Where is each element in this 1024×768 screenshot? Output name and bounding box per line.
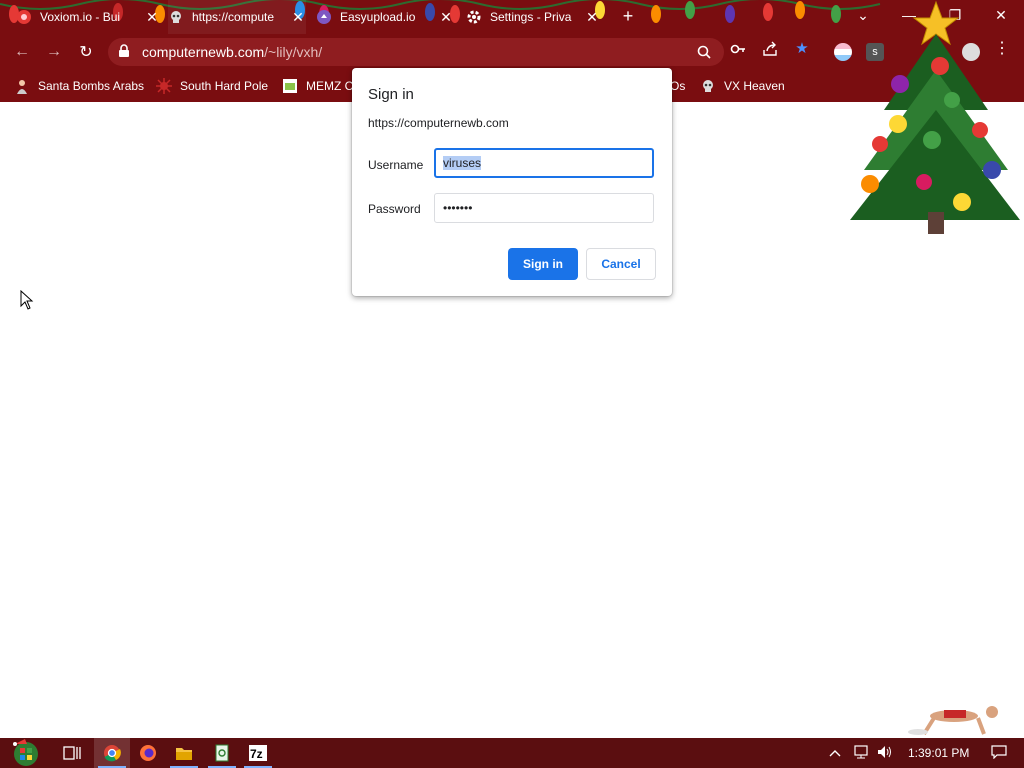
- password-label: Password: [368, 202, 421, 216]
- task-view-icon: [63, 746, 81, 760]
- bookmark-os-folder[interactable]: Os: [670, 70, 685, 102]
- tab-voxiom[interactable]: Voxiom.io - Bui ✕: [16, 0, 160, 34]
- tab-title: https://compute: [192, 10, 275, 24]
- sign-in-button[interactable]: Sign in: [508, 248, 578, 280]
- bookmark-label: MEMZ C: [306, 79, 354, 93]
- pirate-icon: [168, 9, 184, 25]
- chrome-icon: [104, 745, 121, 762]
- crawling-figure-decoration: [908, 706, 998, 736]
- username-label: Username: [368, 158, 424, 172]
- memz-icon: [282, 78, 298, 94]
- system-tray: 1:39:01 PM: [826, 738, 1007, 768]
- close-tab-icon[interactable]: ✕: [144, 9, 160, 26]
- pirate-icon: [700, 78, 716, 94]
- start-orb-icon: [13, 739, 38, 766]
- close-tab-icon[interactable]: ✕: [438, 9, 454, 26]
- url-host: computernewb.com: [142, 44, 265, 60]
- password-value: •••••••: [443, 201, 473, 215]
- lock-icon[interactable]: [118, 43, 132, 61]
- bookmark-vx-heaven[interactable]: VX Heaven: [700, 70, 785, 102]
- 7zip-icon: 7z: [249, 745, 267, 761]
- address-bar[interactable]: computernewb.com/~lily/vxh/: [108, 38, 724, 66]
- start-button[interactable]: [4, 738, 48, 768]
- christmas-tree-decoration: [850, 0, 1020, 234]
- dialog-title: Sign in: [368, 86, 414, 103]
- bookmark-south-hard-pole[interactable]: South Hard Pole: [156, 70, 268, 102]
- svg-text:7z: 7z: [250, 747, 263, 761]
- key-icon[interactable]: [730, 41, 746, 57]
- bookmark-star-icon[interactable]: ★: [794, 41, 810, 57]
- firefox-icon: [140, 745, 156, 761]
- forward-button[interactable]: →: [42, 40, 66, 64]
- close-tab-icon[interactable]: ✕: [584, 9, 600, 26]
- url-text: computernewb.com/~lily/vxh/: [142, 44, 322, 60]
- mouse-cursor-icon: [20, 290, 34, 310]
- notepad-icon: [215, 744, 229, 762]
- bookmark-memz[interactable]: MEMZ C: [282, 70, 353, 102]
- tab-title: Voxiom.io - Bui: [40, 10, 121, 24]
- bookmark-santa-bombs-arabs[interactable]: Santa Bombs Arabs: [14, 70, 144, 102]
- network-icon[interactable]: [850, 744, 874, 762]
- taskbar-firefox[interactable]: [130, 738, 166, 768]
- voxiom-icon: [16, 9, 32, 25]
- easyupload-icon: [316, 9, 332, 25]
- reload-button[interactable]: ↻: [74, 40, 98, 64]
- sign-in-dialog: Sign in https://computernewb.com Usernam…: [352, 68, 672, 296]
- dialog-origin: https://computernewb.com: [368, 116, 509, 130]
- cancel-button[interactable]: Cancel: [586, 248, 656, 280]
- tab-title: Easyupload.io: [340, 10, 416, 24]
- bookmark-label: South Hard Pole: [180, 79, 269, 93]
- bookmark-label: Os: [670, 79, 686, 93]
- santa-icon: [14, 78, 30, 94]
- volume-icon[interactable]: [874, 745, 896, 762]
- new-tab-button[interactable]: +: [618, 6, 638, 26]
- notification-center-icon[interactable]: [991, 744, 1007, 762]
- chevron-up-icon[interactable]: [826, 746, 844, 760]
- task-view-button[interactable]: [54, 738, 90, 768]
- search-icon[interactable]: [696, 45, 712, 61]
- taskbar-file-explorer[interactable]: [166, 738, 202, 768]
- folder-icon: [176, 748, 192, 760]
- taskbar-7zip[interactable]: 7z: [240, 738, 276, 768]
- bookmark-label: VX Heaven: [724, 79, 785, 93]
- username-value: viruses: [443, 156, 482, 170]
- close-tab-icon[interactable]: ✕: [290, 9, 306, 26]
- password-field[interactable]: •••••••: [434, 193, 654, 223]
- bookmark-label: Santa Bombs Arabs: [38, 79, 145, 93]
- tab-computernewb[interactable]: https://compute ✕: [168, 0, 306, 34]
- username-field[interactable]: viruses: [434, 148, 654, 178]
- virus-icon: [156, 78, 172, 94]
- tab-settings[interactable]: Settings - Priva ✕: [466, 0, 600, 34]
- taskbar-chrome[interactable]: [94, 738, 130, 768]
- back-button[interactable]: ←: [10, 40, 34, 64]
- tab-title: Settings - Priva: [490, 10, 572, 24]
- share-icon[interactable]: [762, 41, 778, 57]
- url-path: /~lily/vxh/: [264, 44, 323, 60]
- tab-easyupload[interactable]: Easyupload.io ✕: [316, 0, 454, 34]
- gear-icon: [466, 9, 482, 25]
- taskbar: 7z 1:39:01 PM: [0, 738, 1024, 768]
- taskbar-notepad[interactable]: [204, 738, 240, 768]
- clock[interactable]: 1:39:01 PM: [908, 746, 969, 760]
